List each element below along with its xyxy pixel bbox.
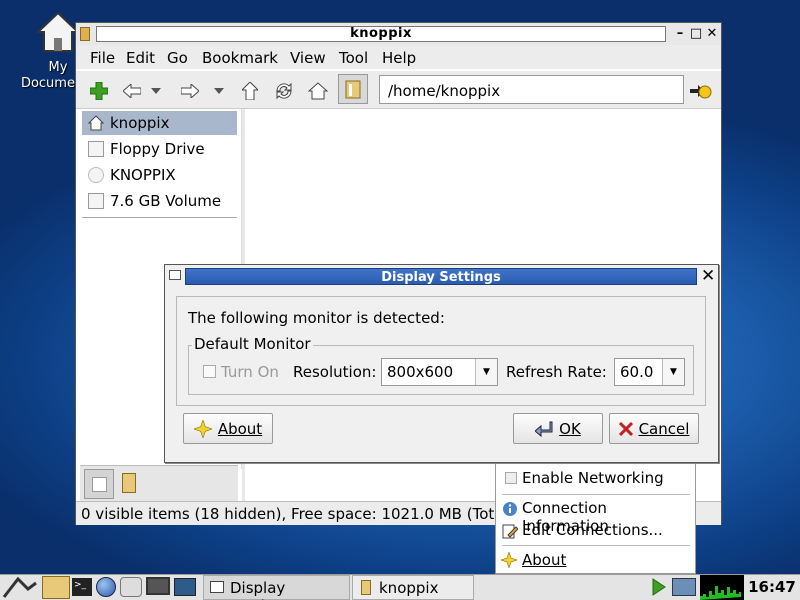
taskbar-task-display-settings[interactable]: Display Settings — [203, 575, 350, 600]
network-context-menu: Enable Networking Connection Information… — [495, 462, 696, 574]
info-icon — [503, 502, 517, 516]
home-icon[interactable] — [307, 80, 329, 102]
sidebar-mode-bar — [80, 465, 238, 501]
group-label: Default Monitor — [192, 335, 313, 353]
turn-on-label: Turn On — [221, 363, 279, 381]
refresh-rate-label: Refresh Rate: — [506, 363, 607, 381]
close-icon[interactable]: ✕ — [701, 266, 715, 286]
display-settings-dialog: Display Settings ✕ The following monitor… — [164, 264, 719, 463]
back-icon[interactable] — [121, 80, 143, 102]
ok-button[interactable]: OK — [513, 413, 603, 444]
refresh-rate-select[interactable]: 60.0 ▼ — [614, 358, 685, 386]
resolution-select[interactable]: 800x600 ▼ — [381, 358, 498, 386]
window-app-icon — [80, 27, 90, 41]
cancel-button[interactable]: Cancel — [609, 413, 699, 444]
go-icon[interactable] — [688, 80, 714, 102]
star-icon — [193, 419, 212, 438]
resolution-label: Resolution: — [293, 363, 377, 381]
browser-globe-icon[interactable] — [96, 577, 116, 597]
home-folder-icon — [36, 11, 80, 52]
chevron-down-icon: ▼ — [662, 359, 684, 385]
maximize-icon[interactable]: □ — [688, 26, 704, 42]
menu-bookmark[interactable]: Bookmark — [202, 49, 278, 67]
monitor-icon[interactable] — [146, 577, 170, 595]
menu-edit[interactable]: Edit — [126, 49, 155, 67]
enter-arrow-icon — [535, 421, 553, 437]
edit-icon — [502, 524, 518, 539]
location-input[interactable]: /home/knoppix — [379, 75, 684, 104]
edit-connections-item[interactable]: Edit Connections... — [522, 521, 663, 539]
taskbar-task-knoppix[interactable]: knoppix — [352, 575, 474, 600]
detected-text: The following monitor is detected: — [188, 309, 445, 327]
window-titlebar[interactable]: knoppix – □ ✕ — [76, 23, 721, 45]
menu-file[interactable]: File — [90, 49, 115, 67]
close-icon[interactable]: ✕ — [704, 26, 720, 42]
checkbox-icon[interactable] — [505, 472, 517, 484]
sidebar-item-knoppix-cd[interactable]: KNOPPIX — [82, 163, 237, 187]
turn-on-checkbox[interactable] — [203, 365, 216, 378]
minimize-icon[interactable]: – — [672, 26, 688, 42]
about-item[interactable]: About — [522, 551, 566, 569]
new-tab-icon[interactable] — [88, 80, 110, 102]
places-mode-button[interactable] — [84, 469, 114, 499]
up-icon[interactable] — [239, 80, 261, 102]
dialog-title[interactable]: Display Settings — [185, 268, 697, 285]
file-manager-launcher-icon[interactable] — [42, 576, 70, 599]
sidebar-item-floppy-drive[interactable]: Floppy Drive — [82, 137, 237, 161]
window-title: knoppix — [96, 26, 666, 42]
sidebar-item-volume[interactable]: 7.6 GB Volume — [82, 189, 237, 213]
show-desktop-icon[interactable] — [174, 578, 196, 596]
network-status-icon[interactable] — [672, 578, 696, 596]
terminal-icon[interactable]: >_ — [72, 578, 92, 596]
star-icon — [501, 552, 517, 568]
tree-mode-folder-icon[interactable] — [122, 473, 136, 493]
cd-icon — [88, 167, 104, 183]
menu-help[interactable]: Help — [382, 49, 416, 67]
window-menu-icon[interactable] — [169, 270, 181, 280]
about-button[interactable]: About — [183, 413, 273, 444]
menu-separator — [502, 494, 690, 495]
forward-history-chevron-down-icon[interactable] — [212, 80, 226, 102]
menu-separator — [502, 545, 690, 546]
cancel-x-icon — [618, 421, 633, 436]
cpu-monitor-graph — [700, 575, 744, 600]
clock[interactable]: 16:47 — [744, 575, 800, 600]
menu-tool[interactable]: Tool — [339, 49, 368, 67]
drive-icon — [92, 477, 107, 492]
drive-icon — [88, 193, 104, 209]
drive-icon — [88, 141, 104, 157]
start-menu-icon[interactable] — [2, 576, 38, 599]
enable-networking-item[interactable]: Enable Networking — [522, 469, 664, 487]
home-icon — [88, 115, 104, 131]
window-icon — [210, 581, 224, 593]
back-history-chevron-down-icon[interactable] — [149, 80, 163, 102]
reload-icon[interactable] — [273, 80, 295, 102]
menu-go[interactable]: Go — [167, 49, 188, 67]
sidebar-divider — [82, 217, 237, 218]
sidebar-item-knoppix[interactable]: knoppix — [82, 111, 237, 135]
settings-icon[interactable] — [120, 577, 142, 597]
play-icon[interactable] — [651, 577, 667, 597]
chevron-down-icon: ▼ — [475, 359, 497, 385]
toggle-sidebar-folder-icon[interactable] — [338, 74, 368, 104]
folder-icon — [361, 580, 371, 595]
forward-icon[interactable] — [179, 80, 201, 102]
menu-view[interactable]: View — [290, 49, 326, 67]
